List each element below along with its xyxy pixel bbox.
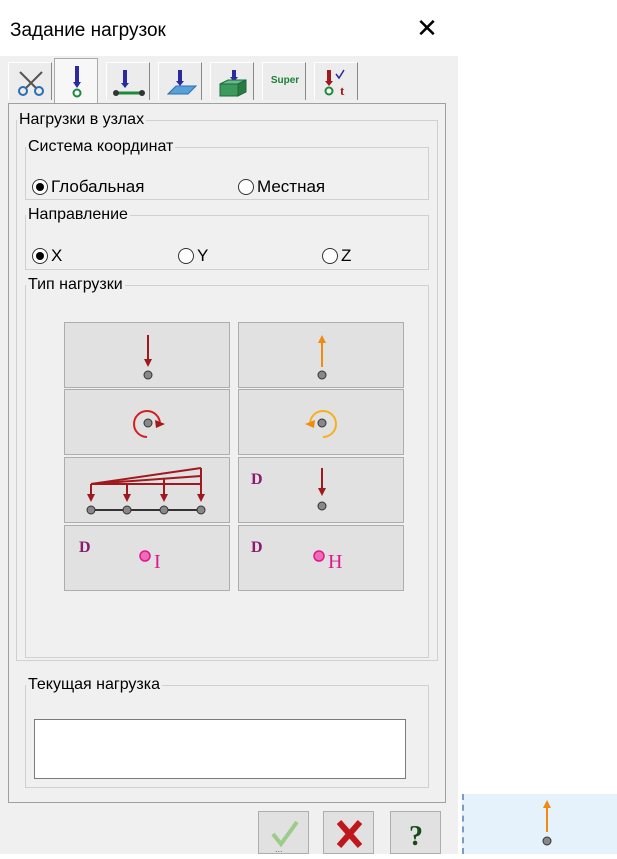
dynamic-force-button[interactable]: D: [238, 457, 404, 523]
plate-load-icon: [166, 70, 198, 95]
dynamic-h-button[interactable]: D H: [238, 525, 404, 591]
coord-system-group: Система координат Глобальная Местная: [25, 138, 429, 200]
load-dialog: Задание нагрузок ✕ Super t Нагрузки в уз…: [0, 0, 458, 854]
svg-text:...: ...: [275, 844, 283, 854]
radio-local-label: Местная: [257, 177, 326, 196]
radio-global[interactable]: Глобальная: [32, 177, 144, 197]
dynamic-h-label: D: [251, 539, 263, 556]
direction-group: Направление X Y Z: [25, 206, 429, 270]
current-load-field[interactable]: [34, 719, 406, 779]
svg-text:t: t: [340, 83, 345, 98]
tab-node-loads[interactable]: [54, 58, 98, 104]
dynamic-i-label: D: [79, 539, 91, 556]
tab-strip: Super t: [8, 58, 450, 104]
force-up-button[interactable]: [238, 322, 404, 388]
force-up-icon: [317, 335, 327, 380]
bar-load-icon: [113, 70, 145, 96]
radio-z[interactable]: Z: [322, 246, 351, 266]
cancel-button[interactable]: [323, 811, 374, 854]
apply-check-icon: ...: [271, 820, 299, 854]
distributed-load-icon: [86, 467, 206, 515]
dynamic-h-sub: H: [328, 551, 342, 573]
dynamic-i-sub: I: [154, 551, 161, 573]
dynamic-label: D: [251, 471, 263, 488]
svg-text:?: ?: [409, 821, 423, 852]
force-down-icon: [143, 335, 153, 380]
radio-z-label: Z: [341, 246, 352, 265]
direction-title: Направление: [28, 206, 128, 223]
tab-solid-loads[interactable]: [210, 62, 254, 100]
node-loads-title: Нагрузки в узлах: [19, 111, 145, 128]
radio-local-button[interactable]: [238, 179, 254, 195]
moment-cw-icon: [133, 410, 165, 438]
radio-x-button[interactable]: [32, 248, 48, 264]
node-load-icon: [72, 66, 82, 98]
force-down-button[interactable]: [64, 322, 230, 388]
tab-plate-loads[interactable]: [158, 62, 202, 100]
radio-global-button[interactable]: [32, 179, 48, 195]
drag-preview: [462, 794, 617, 854]
dynamic-force-icon: D: [251, 468, 327, 511]
tab-super[interactable]: Super: [262, 62, 306, 100]
coord-system-title: Система координат: [28, 138, 174, 155]
load-type-title: Тип нагрузки: [28, 276, 123, 293]
help-icon: ?: [409, 821, 423, 852]
help-button[interactable]: ?: [390, 811, 441, 854]
apply-button[interactable]: ...: [258, 811, 309, 854]
moment-ccw-button[interactable]: [238, 389, 404, 455]
dynamic-h-icon: D H: [251, 539, 342, 573]
radio-x[interactable]: X: [32, 246, 62, 266]
node-loads-panel: Нагрузки в узлах Система координат Глоба…: [8, 103, 446, 803]
distributed-load-button[interactable]: [64, 457, 230, 523]
title-bar: Задание нагрузок ✕: [0, 0, 458, 56]
radio-global-label: Глобальная: [51, 177, 145, 196]
current-load-title: Текущая нагрузка: [28, 676, 160, 693]
radio-y[interactable]: Y: [178, 246, 208, 266]
tab-bar-loads[interactable]: [106, 62, 150, 100]
solid-load-icon: [219, 70, 247, 97]
radio-y-label: Y: [197, 246, 209, 265]
load-type-group: Тип нагрузки D D I D H: [25, 276, 429, 658]
close-icon[interactable]: ✕: [412, 13, 442, 43]
cancel-x-icon: [336, 820, 363, 848]
tab-time-loads[interactable]: t: [314, 62, 358, 100]
tab-scissors[interactable]: [8, 62, 52, 100]
time-load-icon: t: [324, 69, 345, 98]
dynamic-i-button[interactable]: D I: [64, 525, 230, 591]
scissors-icon: [18, 71, 44, 96]
super-element-icon: Super: [270, 75, 300, 86]
force-up-icon: [542, 800, 552, 846]
radio-z-button[interactable]: [322, 248, 338, 264]
radio-local[interactable]: Местная: [238, 177, 325, 197]
radio-x-label: X: [51, 246, 63, 265]
current-load-group: Текущая нагрузка: [25, 676, 429, 788]
window-title: Задание нагрузок: [10, 20, 166, 41]
dynamic-i-icon: D I: [79, 539, 161, 573]
moment-cw-button[interactable]: [64, 389, 230, 455]
radio-y-button[interactable]: [178, 248, 194, 264]
moment-ccw-icon: [305, 410, 337, 438]
